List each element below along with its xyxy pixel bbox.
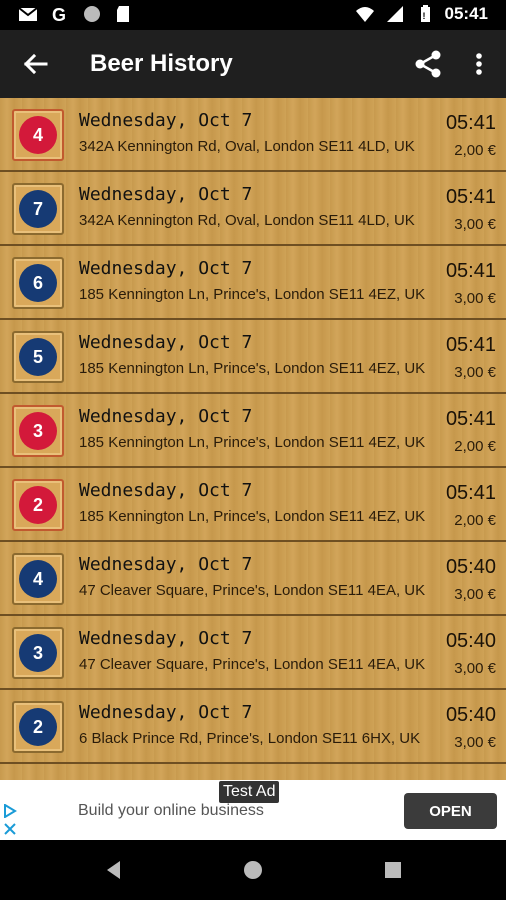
back-arrow-icon[interactable] — [18, 47, 52, 81]
share-icon[interactable] — [412, 48, 444, 80]
beer-count: 3 — [19, 634, 57, 672]
entry-address: 342A Kennington Rd, Oval, London SE11 4L… — [79, 212, 415, 229]
nav-home-icon[interactable] — [241, 858, 265, 882]
beer-count-badge: 7 — [12, 183, 64, 235]
entry-time: 05:40 — [445, 704, 496, 726]
google-icon: G — [52, 5, 66, 24]
entry-date: Wednesday, Oct 7 — [79, 628, 253, 649]
test-ad-label: Test Ad — [219, 781, 280, 803]
beer-count: 2 — [19, 486, 57, 524]
entry-time: 05:40 — [445, 556, 496, 578]
entry-date: Wednesday, Oct 7 — [79, 184, 253, 205]
beer-count: 5 — [19, 338, 57, 376]
svg-text:!: ! — [422, 11, 425, 21]
entry-date: Wednesday, Oct 7 — [79, 258, 253, 279]
entry-price: 3,00 € — [454, 216, 496, 233]
entry-address: 6 Black Prince Rd, Prince's, London SE11… — [79, 730, 421, 747]
entry-date: Wednesday, Oct 7 — [79, 110, 253, 131]
more-options-icon[interactable] — [467, 48, 491, 80]
beer-count: 7 — [19, 190, 57, 228]
nav-recents-icon[interactable] — [381, 858, 405, 882]
history-entry[interactable]: 3 Wednesday, Oct 7 185 Kennington Ln, Prin… — [0, 394, 506, 468]
history-entry[interactable]: 3 Wednesday, Oct 7 47 Cleaver Square, Prin… — [0, 616, 506, 690]
entry-time: 05:41 — [445, 408, 496, 430]
status-bar: G ! 05:41 — [0, 0, 506, 30]
entry-address: 342A Kennington Rd, Oval, London SE11 4L… — [79, 138, 415, 155]
entry-date: Wednesday, Oct 7 — [79, 406, 253, 427]
beer-count: 4 — [19, 116, 57, 154]
ad-banner[interactable]: Test Ad Build your online business OPEN — [0, 780, 506, 840]
entry-price: 3,00 € — [454, 660, 496, 677]
entry-address: 47 Cleaver Square, Prince's, London SE11… — [79, 582, 426, 599]
beer-count-badge: 2 — [12, 479, 64, 531]
entry-address: 185 Kennington Ln, Prince's, London SE11… — [79, 508, 426, 525]
navigation-bar — [0, 840, 506, 900]
entry-date: Wednesday, Oct 7 — [79, 554, 253, 575]
beer-count-badge: 3 — [12, 627, 64, 679]
wifi-icon — [355, 7, 374, 22]
beer-count-badge: 3 — [12, 405, 64, 457]
app-bar: Beer History — [0, 30, 506, 98]
entry-price: 2,00 € — [454, 438, 496, 455]
entry-date: Wednesday, Oct 7 — [79, 702, 253, 723]
entry-price: 3,00 € — [454, 734, 496, 751]
beer-count: 6 — [19, 264, 57, 302]
entry-date: Wednesday, Oct 7 — [79, 332, 253, 353]
beer-count-badge: 2 — [12, 701, 64, 753]
gmail-icon — [18, 7, 38, 21]
entry-address: 185 Kennington Ln, Prince's, London SE11… — [79, 360, 426, 377]
nav-back-icon[interactable] — [102, 858, 126, 882]
entry-price: 2,00 € — [454, 512, 496, 529]
sd-card-icon — [117, 6, 129, 22]
close-icon[interactable] — [3, 822, 17, 836]
entry-address: 185 Kennington Ln, Prince's, London SE11… — [79, 434, 426, 451]
entry-time: 05:41 — [445, 334, 496, 356]
history-entry-partial[interactable] — [0, 764, 506, 780]
history-entry[interactable]: 4 Wednesday, Oct 7 47 Cleaver Square, Prin… — [0, 542, 506, 616]
signal-icon — [386, 6, 403, 22]
entry-price: 3,00 € — [454, 290, 496, 307]
history-entry[interactable]: 7 Wednesday, Oct 7 342A Kennington Rd, Ova… — [0, 172, 506, 246]
entry-address: 185 Kennington Ln, Prince's, London SE11… — [79, 286, 426, 303]
page-title: Beer History — [90, 50, 233, 77]
battery-icon: ! — [420, 5, 430, 22]
entry-price: 3,00 € — [454, 586, 496, 603]
adchoices-play-icon[interactable] — [3, 804, 17, 818]
entry-price: 2,00 € — [454, 142, 496, 159]
beer-count-badge: 6 — [12, 257, 64, 309]
beer-count: 3 — [19, 412, 57, 450]
entry-time: 05:41 — [445, 260, 496, 282]
entry-date: Wednesday, Oct 7 — [79, 480, 253, 501]
svg-text:G: G — [52, 5, 66, 24]
history-entry[interactable]: 5 Wednesday, Oct 7 185 Kennington Ln, Prin… — [0, 320, 506, 394]
circle-icon — [84, 6, 100, 22]
beer-count: 2 — [19, 708, 57, 746]
ad-open-button[interactable]: OPEN — [404, 793, 497, 829]
beer-count-badge: 4 — [12, 553, 64, 605]
entry-time: 05:41 — [445, 482, 496, 504]
history-entry[interactable]: 2 Wednesday, Oct 7 185 Kennington Ln, Prin… — [0, 468, 506, 542]
beer-history-list[interactable]: 4 Wednesday, Oct 7 342A Kennington Rd, Ova… — [0, 98, 506, 780]
beer-count: 4 — [19, 560, 57, 598]
entry-address: 47 Cleaver Square, Prince's, London SE11… — [79, 656, 426, 673]
history-entry[interactable]: 2 Wednesday, Oct 7 6 Black Prince Rd, Prin… — [0, 690, 506, 764]
entry-time: 05:40 — [445, 630, 496, 652]
beer-count-badge: 5 — [12, 331, 64, 383]
entry-time: 05:41 — [445, 112, 496, 134]
status-time: 05:41 — [444, 4, 488, 23]
history-entry[interactable]: 4 Wednesday, Oct 7 342A Kennington Rd, Ova… — [0, 98, 506, 172]
history-entry[interactable]: 6 Wednesday, Oct 7 185 Kennington Ln, Prin… — [0, 246, 506, 320]
entry-price: 3,00 € — [454, 364, 496, 381]
ad-text: Build your online business — [78, 802, 264, 819]
entry-time: 05:41 — [445, 186, 496, 208]
beer-count-badge: 4 — [12, 109, 64, 161]
